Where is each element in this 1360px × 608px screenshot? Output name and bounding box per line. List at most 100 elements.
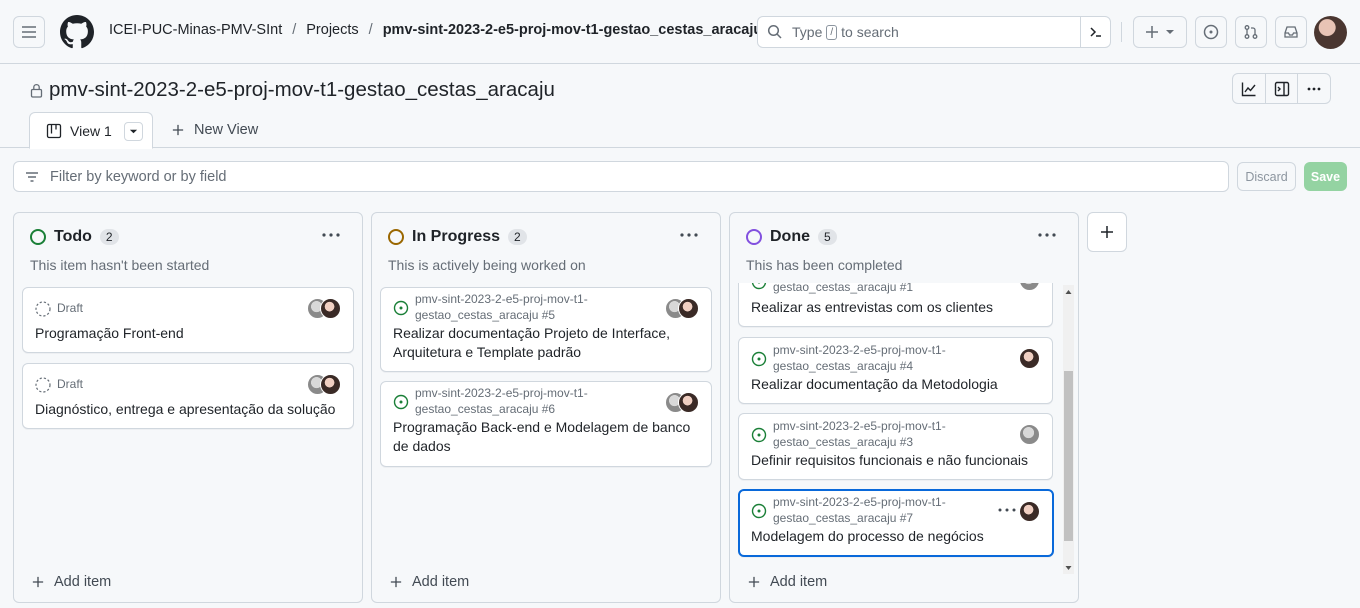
avatar [320,298,341,319]
discard-button[interactable]: Discard [1237,162,1296,191]
add-item-button[interactable]: Add item [32,574,111,590]
save-button[interactable]: Save [1304,162,1347,191]
filter-icon [26,171,38,182]
card-title[interactable]: Definir requisitos funcionais e não func… [751,451,1040,470]
card-issue: gestao_cestas_aracaju #4 [773,358,914,373]
card-assignees [665,392,699,413]
board-card[interactable]: pmv-sint-2023-2-e5-proj-mov-t1- gestao_ce… [738,337,1053,404]
card-repo: pmv-sint-2023-2-e5-proj-mov-t1- [415,292,588,306]
create-new-button[interactable] [1133,16,1187,48]
sidebar-expand-icon [1274,81,1289,96]
side-panel-button[interactable] [1266,74,1299,103]
add-item-button[interactable]: Add item [390,574,469,590]
card-meta: pmv-sint-2023-2-e5-proj-mov-t1- gestao_ce… [393,386,588,417]
scroll-down-icon[interactable] [1063,563,1074,573]
breadcrumb-projects[interactable]: Projects [306,22,358,38]
column-more-icon[interactable] [322,231,340,239]
card-title[interactable]: Realizar documentação Projeto de Interfa… [393,324,699,361]
kebab-horizontal-icon [1307,87,1321,90]
status-circle-icon [746,229,762,245]
issue-opened-icon [751,427,767,443]
scrollbar-thumb[interactable] [1064,371,1073,541]
status-circle-icon [388,229,404,245]
column-more-icon[interactable] [1038,231,1056,239]
avatar [1019,424,1040,445]
card-repo-ref: pmv-sint-2023-2-e5-proj-mov-t1- gestao_ce… [773,343,946,374]
insights-button[interactable] [1233,74,1266,103]
add-column-button[interactable] [1087,212,1127,252]
new-view-button[interactable]: New View [172,122,258,138]
column-header: In Progress 2 [388,228,527,246]
column-title: Done [770,228,810,245]
new-view-label: New View [194,122,259,138]
plus-icon [1146,26,1158,38]
filter-placeholder: Filter by keyword or by field [50,168,227,185]
card-type: Draft [57,377,84,391]
filter-input[interactable]: Filter by keyword or by field [13,161,1229,192]
board-card[interactable]: pmv-sint-2023-2-e5-proj-mov-t1- gestao_ce… [380,287,712,372]
card-title[interactable]: Diagnóstico, entrega e apresentação da s… [35,400,341,419]
command-palette-button[interactable] [1080,17,1110,47]
card-meta: pmv-sint-2023-2-e5-proj-mov-t1- gestao_ce… [751,419,946,450]
view-options-dropdown[interactable] [124,122,143,141]
pull-requests-button[interactable] [1235,16,1267,48]
user-avatar[interactable] [1314,16,1347,49]
card-title[interactable]: Realizar as entrevistas com os clientes [751,298,1040,317]
breadcrumb-project[interactable]: pmv-sint-2023-2-e5-proj-mov-t1-gestao_ce… [383,22,763,38]
graph-icon [1241,82,1256,96]
avatar [1019,501,1040,522]
issue-opened-icon [751,503,767,519]
card-title[interactable]: Modelagem do processo de negócios [751,527,1040,546]
card-meta: pmv-sint-2023-2-e5-proj-mov-t1- gestao_ce… [751,343,946,374]
view-tabs: View 1 New View [0,112,1360,149]
column-scrollbar[interactable] [1063,285,1074,574]
board-card[interactable]: Draft Programação Front-end [22,287,354,353]
project-title-text: pmv-sint-2023-2-e5-proj-mov-t1-gestao_ce… [49,78,555,101]
board-card[interactable]: Draft Diagnóstico, entrega e apresentaçã… [22,363,354,429]
card-assignees [307,298,341,319]
board-card-focused[interactable]: pmv-sint-2023-2-e5-proj-mov-t1- gestao_ce… [738,489,1054,557]
card-assignees [1019,424,1040,445]
card-issue: gestao_cestas_aracaju #1 [773,283,914,294]
card-title[interactable]: Realizar documentação da Metodologia [751,375,1040,394]
card-repo: pmv-sint-2023-2-e5-proj-mov-t1- [773,495,946,509]
breadcrumb-org[interactable]: ICEI-PUC-Minas-PMV-SInt [109,22,282,38]
scroll-up-icon[interactable] [1063,287,1074,297]
column-count: 2 [99,229,119,245]
more-options-button[interactable] [1298,74,1330,103]
search-input[interactable]: Type / to search [757,16,1111,48]
issue-opened-icon [751,283,767,290]
board-column-done: Done 5 This has been completed gestao_ce… [729,212,1079,603]
card-title[interactable]: Programação Front-end [35,324,341,343]
search-shortcut-key: / [826,24,838,40]
card-assignees [1019,501,1040,522]
column-scroll-area[interactable]: gestao_cestas_aracaju #1 Realizar as ent… [730,283,1078,576]
plus-icon [172,124,184,136]
card-issue: gestao_cestas_aracaju #6 [415,401,556,416]
breadcrumb-separator: / [292,22,297,38]
avatar [320,374,341,395]
card-repo-ref: pmv-sint-2023-2-e5-proj-mov-t1- gestao_ce… [415,292,588,323]
card-title[interactable]: Programação Back-end e Modelagem de banc… [393,418,699,455]
board-card[interactable]: gestao_cestas_aracaju #1 Realizar as ent… [738,283,1053,327]
plus-icon [32,576,44,588]
tab-view-1[interactable]: View 1 [29,112,153,149]
add-item-label: Add item [770,574,828,590]
menu-button[interactable] [13,16,45,48]
github-logo-icon[interactable] [60,15,94,49]
card-more-icon[interactable] [998,507,1016,513]
column-description: This has been completed [746,257,903,273]
plus-icon [1101,226,1113,238]
issues-button[interactable] [1195,16,1227,48]
inbox-button[interactable] [1275,16,1307,48]
card-meta: pmv-sint-2023-2-e5-proj-mov-t1- gestao_ce… [751,495,946,526]
search-placeholder-after: to search [841,24,899,40]
board-card[interactable]: pmv-sint-2023-2-e5-proj-mov-t1- gestao_ce… [380,381,712,467]
column-more-icon[interactable] [680,231,698,239]
board-column-todo: Todo 2 This item hasn't been started Dra… [13,212,363,603]
issue-opened-icon [393,300,409,316]
header-divider [1121,22,1122,42]
add-item-button[interactable]: Add item [748,574,827,590]
avatar [678,298,699,319]
board-card[interactable]: pmv-sint-2023-2-e5-proj-mov-t1- gestao_ce… [738,413,1053,480]
